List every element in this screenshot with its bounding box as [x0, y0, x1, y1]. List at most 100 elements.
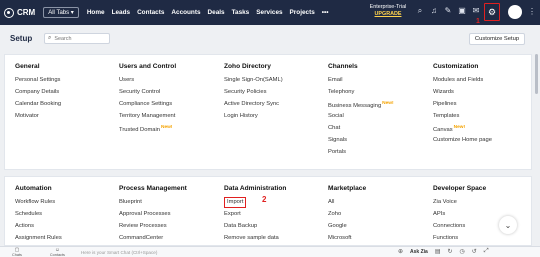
crm-logo[interactable]: CRM — [4, 7, 35, 18]
link-approval-processes[interactable]: Approval Processes — [119, 208, 187, 220]
ask-zia-button[interactable]: Ask Zia — [410, 249, 428, 255]
link-connections[interactable]: Connections — [433, 220, 486, 232]
link-all[interactable]: All — [328, 196, 366, 208]
nav-more[interactable]: ••• — [322, 9, 329, 16]
link-single-sign-on[interactable]: Single Sign-On(SAML) — [224, 74, 283, 86]
search-input[interactable] — [54, 35, 105, 42]
link-wizards[interactable]: Wizards — [433, 86, 492, 98]
nav-services[interactable]: Services — [256, 9, 282, 16]
section-general: General Personal Settings Company Detail… — [15, 63, 61, 122]
section-zoho-directory: Zoho Directory Single Sign-On(SAML) Secu… — [224, 63, 283, 122]
nav-home[interactable]: Home — [87, 9, 105, 16]
link-canvas[interactable]: CanvasNew! — [433, 122, 492, 134]
notes-icon[interactable]: ▤ — [435, 248, 441, 255]
link-pipelines[interactable]: Pipelines — [433, 98, 492, 110]
link-active-directory-sync[interactable]: Active Directory Sync — [224, 98, 283, 110]
link-chat[interactable]: Chat — [328, 122, 394, 134]
link-company-details[interactable]: Company Details — [15, 86, 61, 98]
link-actions[interactable]: Actions — [15, 220, 62, 232]
link-security-control[interactable]: Security Control — [119, 86, 176, 98]
scroll-down-button[interactable]: ⌄ — [499, 216, 517, 234]
link-email[interactable]: Email — [328, 74, 394, 86]
expand-icon[interactable]: ⤢ — [484, 248, 489, 255]
avatar[interactable] — [508, 5, 522, 19]
setup-panel-bottom: Automation Workflow Rules Schedules Acti… — [4, 176, 532, 246]
edit-icon[interactable]: ✎ — [443, 6, 453, 16]
ask-zia-icon[interactable]: ⊕ — [398, 248, 403, 255]
link-telephony[interactable]: Telephony — [328, 86, 394, 98]
link-workflow-rules[interactable]: Workflow Rules — [15, 196, 62, 208]
section-title: General — [15, 63, 40, 70]
new-badge: New! — [382, 101, 394, 106]
link-personal-settings[interactable]: Personal Settings — [15, 74, 61, 86]
nav-projects[interactable]: Projects — [290, 9, 315, 16]
link-motivator[interactable]: Motivator — [15, 110, 61, 122]
link-commandcenter[interactable]: CommandCenter — [119, 232, 187, 244]
link-data-backup[interactable]: Data Backup — [224, 220, 286, 232]
nav-leads[interactable]: Leads — [112, 9, 130, 16]
link-calendar-booking[interactable]: Calendar Booking — [15, 98, 61, 110]
customize-setup-button[interactable]: Customize Setup — [469, 33, 525, 45]
nav-contacts[interactable]: Contacts — [137, 9, 164, 16]
link-compliance-settings[interactable]: Compliance Settings — [119, 98, 176, 110]
section-title: Channels — [328, 63, 358, 70]
chats-button[interactable]: ▢ Chats — [12, 247, 22, 257]
link-portals[interactable]: Portals — [328, 146, 394, 158]
nav-accounts[interactable]: Accounts — [171, 9, 200, 16]
section-customization: Customization Modules and Fields Wizards… — [433, 63, 492, 146]
calendar-icon[interactable]: ▣ — [457, 6, 467, 16]
link-trusted-domain[interactable]: Trusted DomainNew! — [119, 122, 176, 134]
link-territory-management[interactable]: Territory Management — [119, 110, 176, 122]
crm-logo-icon — [4, 7, 14, 18]
section-channels: Channels Email Telephony Business Messag… — [328, 63, 394, 158]
upgrade-link[interactable]: UPGRADE — [369, 11, 407, 18]
contacts-button[interactable]: ☺ Contacts — [50, 247, 65, 257]
link-assignment-rules[interactable]: Assignment Rules — [15, 232, 62, 244]
bell-icon[interactable]: ♫ — [429, 6, 439, 16]
refresh-icon[interactable]: ↻ — [448, 248, 453, 255]
chevron-down-icon: ⌄ — [504, 220, 512, 230]
link-schedules[interactable]: Schedules — [15, 208, 62, 220]
link-import[interactable]: Import — [224, 197, 247, 208]
nav-tasks[interactable]: Tasks — [232, 9, 250, 16]
link-zia-voice[interactable]: Zia Voice — [433, 196, 486, 208]
smart-chat-input[interactable]: Here is your Smart Chat (Ctrl+Space) — [81, 250, 381, 255]
clock-icon[interactable]: ◷ — [460, 248, 465, 255]
link-security-policies[interactable]: Security Policies — [224, 86, 283, 98]
link-microsoft[interactable]: Microsoft — [328, 232, 366, 244]
scrollbar[interactable] — [535, 54, 538, 94]
link-business-messaging[interactable]: Business MessagingNew! — [328, 98, 394, 110]
apps-grid-icon[interactable]: ⋮ — [528, 7, 537, 16]
link-functions[interactable]: Functions — [433, 232, 486, 244]
link-social[interactable]: Social — [328, 110, 394, 122]
link-apis[interactable]: APIs — [433, 208, 486, 220]
search-icon[interactable]: ⌕ — [415, 6, 425, 16]
link-review-processes[interactable]: Review Processes — [119, 220, 187, 232]
link-zoho[interactable]: Zoho — [328, 208, 366, 220]
link-templates[interactable]: Templates — [433, 110, 492, 122]
history-icon[interactable]: ↺ — [472, 248, 477, 255]
mail-icon[interactable]: ✉ — [471, 6, 481, 16]
link-modules-and-fields[interactable]: Modules and Fields — [433, 74, 492, 86]
trial-label: Enterprise-Trial — [369, 4, 407, 10]
section-title: Customization — [433, 63, 479, 70]
new-badge: New! — [453, 125, 466, 130]
page-title: Setup — [10, 34, 33, 43]
link-remove-sample-data[interactable]: Remove sample data — [224, 232, 286, 244]
search-box[interactable]: ⌕ — [44, 33, 110, 44]
all-tabs-dropdown[interactable]: All Tabs ▾ — [43, 7, 79, 18]
settings-button[interactable]: ⚙ — [484, 3, 500, 21]
link-signals[interactable]: Signals — [328, 134, 394, 146]
link-google[interactable]: Google — [328, 220, 366, 232]
link-users[interactable]: Users — [119, 74, 176, 86]
link-blueprint[interactable]: Blueprint — [119, 196, 187, 208]
nav-deals[interactable]: Deals — [208, 9, 225, 16]
section-data-administration: Data Administration Import Export Data B… — [224, 185, 286, 244]
link-export[interactable]: Export — [224, 208, 286, 220]
setup-panel-top: General Personal Settings Company Detail… — [4, 54, 532, 170]
link-customize-home-page[interactable]: Customize Home page — [433, 134, 492, 146]
section-title: Data Administration — [224, 185, 287, 192]
trial-info: Enterprise-Trial UPGRADE — [369, 4, 407, 18]
link-login-history[interactable]: Login History — [224, 110, 283, 122]
section-users-control: Users and Control Users Security Control… — [119, 63, 176, 134]
